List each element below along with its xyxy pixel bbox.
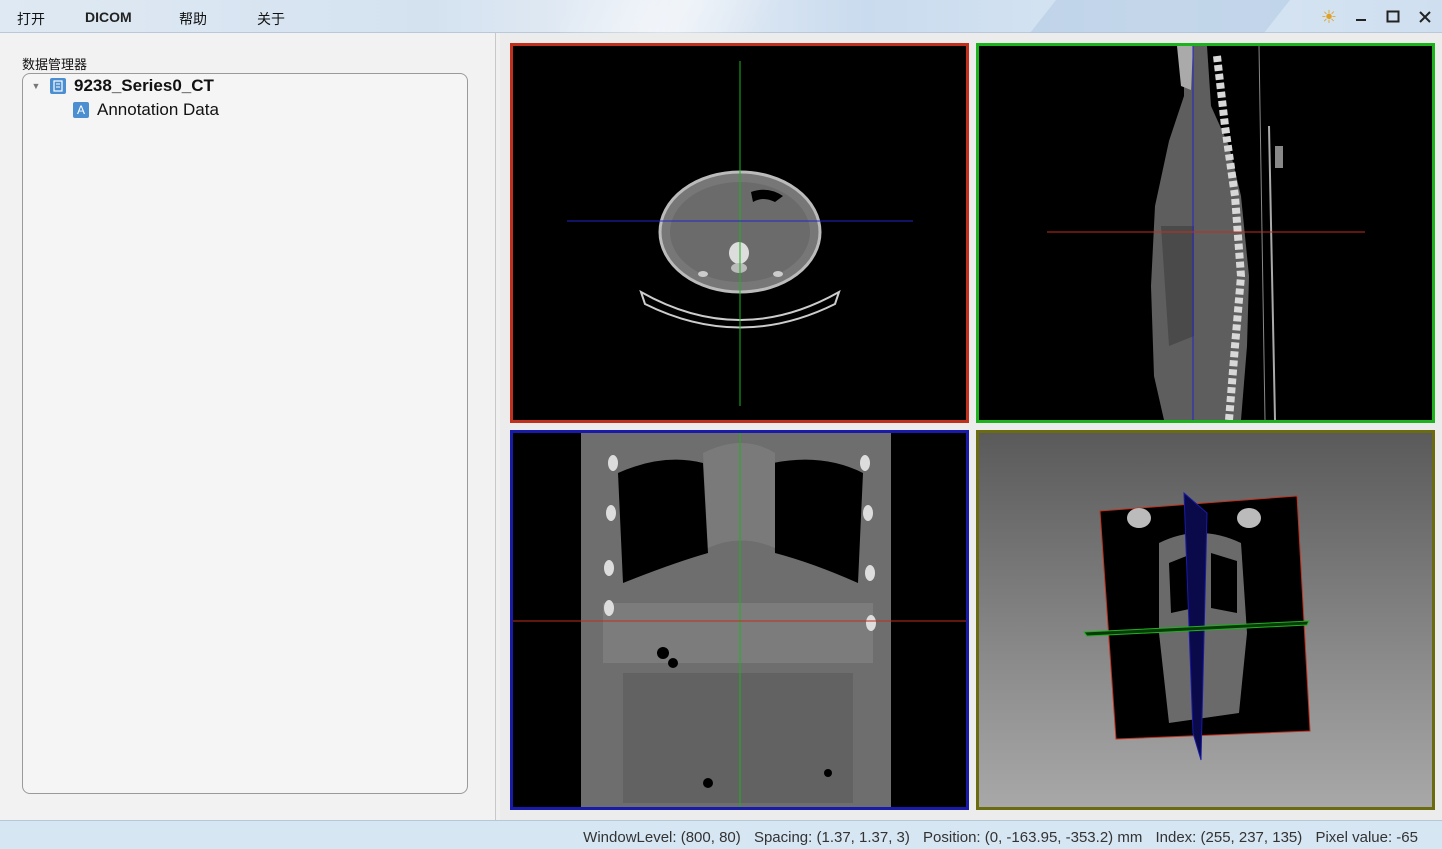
3d-render-image: [1083, 491, 1311, 761]
minimize-button[interactable]: [1350, 6, 1372, 28]
series-label: 9238_Series0_CT: [74, 76, 214, 95]
tree-item-series[interactable]: ▼ 9238_Series0_CT: [31, 75, 214, 97]
maximize-icon: [1386, 10, 1400, 23]
status-bar: WindowLevel: (800, 80) Spacing: (1.37, 1…: [0, 820, 1442, 849]
annotation-icon: A: [73, 102, 89, 118]
close-button[interactable]: [1414, 6, 1436, 28]
minimize-icon: [1356, 19, 1366, 21]
coronal-viewport[interactable]: [510, 430, 969, 810]
close-icon: [1419, 11, 1431, 23]
maximize-button[interactable]: [1382, 6, 1404, 28]
status-window-level: WindowLevel: (800, 80): [583, 829, 741, 846]
status-spacing: Spacing: (1.37, 1.37, 3): [753, 829, 910, 846]
axial-slice-image: [567, 61, 913, 406]
menubar-decoration: [1030, 0, 1290, 33]
coronal-slice-image: [513, 433, 966, 807]
status-pixel-value: Pixel value: -65: [1315, 829, 1418, 846]
viewport-area: [500, 33, 1442, 820]
menubar-decoration: [560, 0, 860, 33]
menu-about[interactable]: 关于: [257, 9, 285, 29]
data-manager-title: 数据管理器: [22, 57, 88, 72]
data-manager-panel: 数据管理器 ▼ 9238_Series0_CT A Annotation Dat…: [0, 33, 496, 820]
3d-viewport[interactable]: [976, 430, 1435, 810]
collapse-arrow-icon[interactable]: ▼: [31, 81, 41, 91]
menu-help[interactable]: 帮助: [179, 9, 207, 29]
tree-item-annotation[interactable]: A Annotation Data: [73, 99, 219, 121]
annotation-label: Annotation Data: [97, 100, 219, 119]
status-position: Position: (0, -163.95, -353.2) mm: [923, 829, 1143, 846]
sagittal-viewport[interactable]: [976, 43, 1435, 423]
data-tree[interactable]: ▼ 9238_Series0_CT A Annotation Data: [22, 73, 468, 794]
ct-image-icon: [53, 80, 63, 92]
menubar: 打开 DICOM 帮助 关于 ☀: [0, 0, 1442, 33]
status-text: WindowLevel: (800, 80) Spacing: (1.37, 1…: [574, 829, 1418, 846]
sagittal-slice-image: [1047, 46, 1365, 420]
status-index: Index: (255, 237, 135): [1155, 829, 1303, 846]
theme-toggle-icon[interactable]: ☀: [1318, 6, 1340, 28]
series-icon: [50, 78, 66, 94]
menu-dicom[interactable]: DICOM: [85, 9, 132, 25]
menu-open[interactable]: 打开: [17, 9, 45, 29]
axial-viewport[interactable]: [510, 43, 969, 423]
